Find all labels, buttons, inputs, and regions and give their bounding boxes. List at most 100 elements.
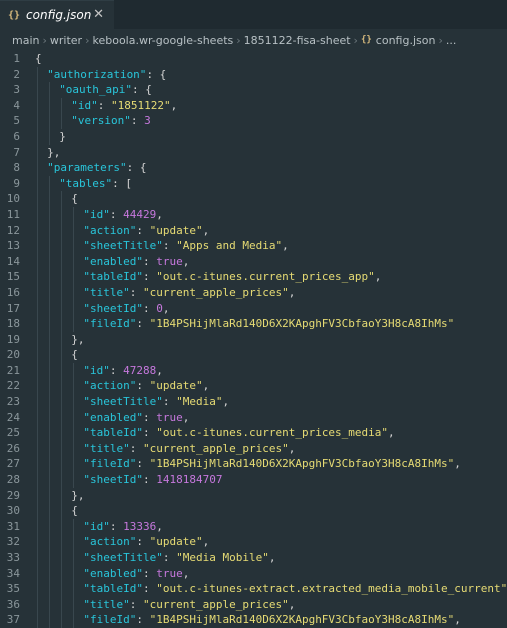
code-line[interactable]: 25 "tableId": "out.c-itunes.current_price… [0,425,507,441]
indent-guide [73,550,75,566]
json-punctuation: , [268,551,276,564]
code-line[interactable]: 4 "id": "1851122", [0,97,507,114]
indent-guide [61,378,63,395]
indent-guide [61,456,63,473]
code-line[interactable]: 19}, [0,331,507,348]
code-line[interactable]: 15 "tableId": "out.c-itunes.current_price… [0,269,507,285]
code-line[interactable]: 3 "oauth_api": { [0,82,507,98]
indent-guide [73,206,75,223]
code-editor[interactable]: 1{2 "authorization": {3 "oauth_api": {4 "id… [0,51,507,628]
indent-guide [73,425,75,441]
indent-guide [73,253,75,270]
json-punctuation: : { [126,161,147,175]
code-line[interactable]: 31 "id": 13336, [0,518,507,535]
json-string: "Media" [176,395,223,409]
indent-guide [61,300,63,317]
code-line[interactable]: 13 "sheetTitle": "Apps and Media", [0,238,507,254]
code-line[interactable]: 20 { [0,347,507,363]
code-line[interactable]: 21 "id": 47288, [0,362,507,379]
indent-guide [49,113,51,129]
code-line[interactable]: 28 "sheetId": 1418184707 [0,472,507,488]
json-punctuation: , [388,426,395,440]
indent-guide [73,612,75,628]
breadcrumb-item-config-folder[interactable]: 1851122-fisa-sheet [244,34,351,47]
breadcrumb-item-main[interactable]: main [12,34,39,47]
json-key: "fileId" [83,317,137,331]
breadcrumb-item-component[interactable]: keboola.wr-google-sheets [92,34,233,47]
code-line[interactable]: 11 "id": 44429, [0,206,507,223]
chevron-right-icon: › [353,33,358,47]
indent-guide [73,565,75,582]
code-line[interactable]: 37 "fileId": "1B4PSHijMlaRd140D6X2KApghFV… [0,612,507,628]
code-line[interactable]: 12 "action": "update", [0,222,507,239]
code-line[interactable]: 8 "parameters": { [0,160,507,176]
indent-guide [73,596,75,613]
indent-guide [49,409,51,426]
breadcrumb-item-ellipsis[interactable]: ... [446,34,457,47]
json-key: "fileId" [83,457,137,471]
code-line[interactable]: 1{ [0,51,507,67]
breadcrumb: main › writer › keboola.wr-google-sheets… [0,29,507,51]
code-text: { [71,347,78,363]
indent-guide [37,581,38,597]
code-line[interactable]: 35 "tableId": "out.c-itunes-extract.extra… [0,581,507,597]
code-line[interactable]: 16 "title": "current_apple_prices", [0,284,507,301]
indent-guide [61,238,63,254]
indent-guide [37,160,38,176]
code-text: "enabled": true, [83,254,189,270]
line-number: 23 [6,395,20,409]
code-line[interactable]: 9 "tables": [ [0,175,507,192]
json-key: "tableId" [83,426,143,440]
code-text: "action": "update", [83,378,209,394]
indent-guide [49,347,51,363]
json-punctuation: , [202,535,210,549]
indent-guide [49,331,51,348]
code-line[interactable]: 34 "enabled": true, [0,565,507,582]
code-line[interactable]: 29}, [0,487,507,504]
code-text: } [59,129,66,145]
indent-guide [49,253,51,270]
code-line[interactable]: 33 "sheetTitle": "Media Mobile", [0,550,507,566]
json-punctuation: { [71,192,78,206]
indent-guide [73,238,75,254]
indent-guide [73,300,75,317]
close-icon[interactable]: ✕ [93,7,104,22]
indent-guide [49,425,51,441]
code-line[interactable]: 7}, [0,144,507,161]
code-line[interactable]: 27 "fileId": "1B4PSHijMlaRd140D6X2KApghFV… [0,456,507,473]
code-line[interactable]: 10 { [0,191,507,207]
breadcrumb-item-writer[interactable]: writer [50,34,82,47]
json-punctuation: : { [146,67,167,81]
json-string: "out.c-itunes-extract.extracted_media_mo… [156,582,507,596]
json-punctuation: : [143,254,157,268]
indent-guide [61,472,63,488]
code-line[interactable]: 22 "action": "update", [0,378,507,395]
code-line[interactable]: 24 "enabled": true, [0,409,507,426]
indent-guide [37,487,38,504]
code-line[interactable]: 2 "authorization": { [0,66,507,83]
code-line[interactable]: 32 "action": "update", [0,534,507,550]
code-line[interactable]: 14 "enabled": true, [0,253,507,270]
code-line[interactable]: 23 "sheetTitle": "Media", [0,394,507,410]
tab-config-json[interactable]: {} config.json ✕ [0,0,114,29]
indent-guide [73,394,75,410]
json-key: "authorization" [47,67,147,81]
code-line[interactable]: 30 { [0,503,507,519]
code-line[interactable]: 26 "title": "current_apple_prices", [0,440,507,457]
code-line[interactable]: 17 "sheetId": 0, [0,300,507,317]
code-line[interactable]: 6} [0,128,507,145]
code-line[interactable]: 18 "fileId": "1B4PSHijMlaRd140D6X2KApghFV… [0,316,507,332]
json-key: "enabled" [83,566,143,580]
breadcrumb-item-file[interactable]: config.json [376,34,436,47]
indent-guide [37,128,38,145]
indent-guide [61,550,63,566]
json-key: "id" [83,207,110,221]
line-number: 35 [6,582,20,596]
code-line[interactable]: 5 "version": 3 [0,113,507,129]
json-key: "action" [83,535,137,549]
json-key: "oauth_api" [59,83,133,97]
code-line[interactable]: 36 "title": "current_apple_prices", [0,596,507,613]
json-string: "current_apple_prices" [143,441,289,455]
indent-guide [61,347,63,363]
json-punctuation: : [143,473,157,487]
